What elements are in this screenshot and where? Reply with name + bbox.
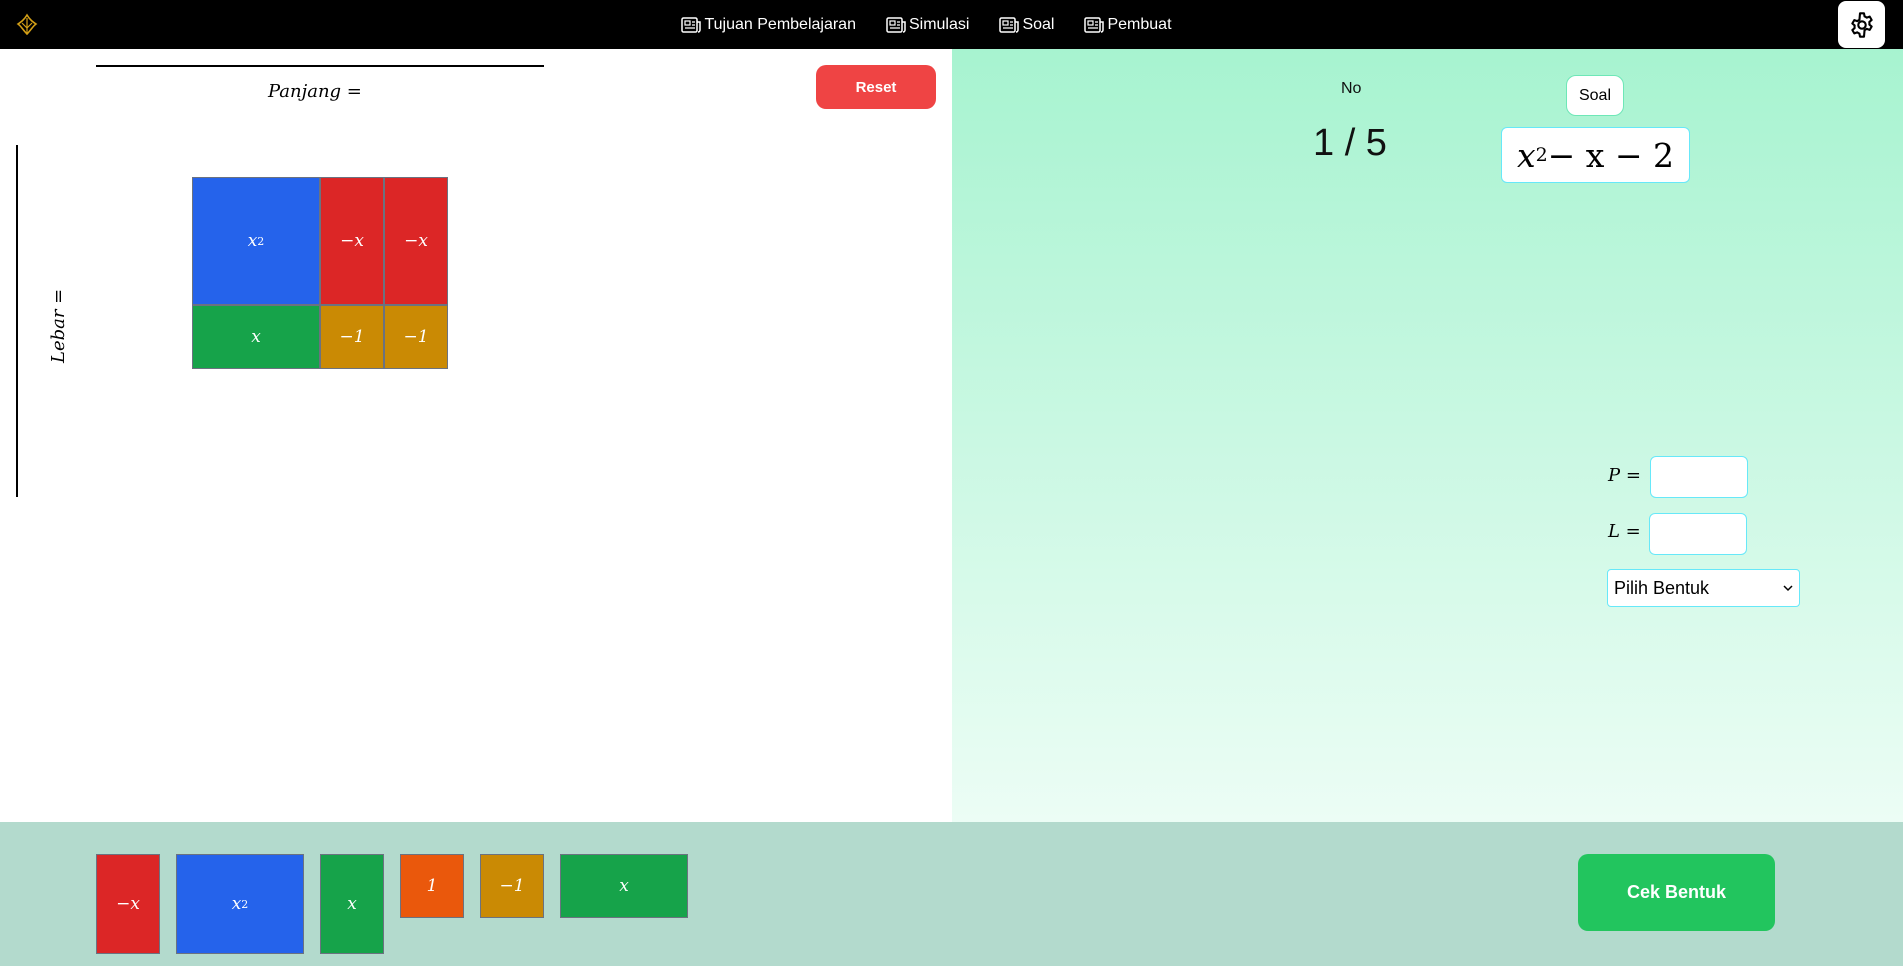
cek-bentuk-button[interactable]: Cek Bentuk bbox=[1578, 854, 1775, 931]
tray-tile[interactable]: x bbox=[560, 854, 688, 918]
tray-tile[interactable]: −x bbox=[96, 854, 160, 954]
nav-item-tujuan-pembelajaran[interactable]: Tujuan Pembelajaran bbox=[681, 16, 856, 34]
board-tile[interactable]: −1 bbox=[320, 305, 384, 369]
newspaper-icon bbox=[681, 16, 702, 33]
board-tile[interactable]: x bbox=[192, 305, 320, 369]
panjang-label: Panjang = bbox=[268, 81, 362, 102]
question-expression: x2 − x − 2 bbox=[1501, 127, 1690, 183]
tray-tile[interactable]: x2 bbox=[176, 854, 304, 954]
gear-icon bbox=[1850, 11, 1873, 38]
nav-label: Simulasi bbox=[908, 15, 970, 33]
board-tile[interactable]: −x bbox=[320, 177, 384, 305]
tray-tile[interactable]: x bbox=[320, 854, 384, 954]
workspace-board: Panjang = Lebar = Reset x2 −x −x x −1 −1 bbox=[0, 49, 952, 822]
nav-menu: Tujuan Pembelajaran Simulasi Soal Pembua… bbox=[0, 0, 1903, 49]
soal-button[interactable]: Soal bbox=[1566, 75, 1624, 116]
question-panel bbox=[952, 49, 1903, 822]
settings-button[interactable] bbox=[1838, 1, 1885, 48]
panjang-input[interactable] bbox=[1650, 456, 1748, 498]
lebar-label: Lebar = bbox=[48, 288, 69, 363]
lebar-input[interactable] bbox=[1649, 513, 1747, 555]
p-label: P = bbox=[1608, 465, 1641, 486]
nav-label: Pembuat bbox=[1107, 15, 1172, 33]
shape-select[interactable]: Pilih Bentuk bbox=[1607, 569, 1800, 607]
l-label: L = bbox=[1608, 521, 1641, 542]
tray-tile[interactable]: −1 bbox=[480, 854, 544, 918]
board-tile[interactable]: x2 bbox=[192, 177, 320, 305]
panjang-line bbox=[96, 65, 544, 67]
nav-item-pembuat[interactable]: Pembuat bbox=[1084, 15, 1172, 34]
question-progress: 1 / 5 bbox=[1313, 122, 1387, 164]
newspaper-icon bbox=[999, 16, 1020, 33]
lebar-line bbox=[16, 145, 18, 497]
board-tile[interactable]: −1 bbox=[384, 305, 448, 369]
reset-button[interactable]: Reset bbox=[816, 65, 936, 109]
question-number-label: No bbox=[1341, 80, 1362, 97]
nav-item-soal[interactable]: Soal bbox=[999, 16, 1054, 34]
nav-item-simulasi[interactable]: Simulasi bbox=[886, 16, 969, 34]
tray-tile[interactable]: 1 bbox=[400, 854, 464, 918]
newspaper-icon bbox=[1084, 16, 1105, 33]
nav-label: Tujuan Pembelajaran bbox=[704, 15, 856, 33]
newspaper-icon bbox=[886, 16, 906, 33]
board-tile[interactable]: −x bbox=[384, 177, 448, 305]
chevron-down-icon bbox=[1783, 585, 1793, 592]
nav-label: Soal bbox=[1022, 15, 1055, 33]
top-navbar: Tujuan Pembelajaran Simulasi Soal Pembua… bbox=[0, 0, 1903, 49]
